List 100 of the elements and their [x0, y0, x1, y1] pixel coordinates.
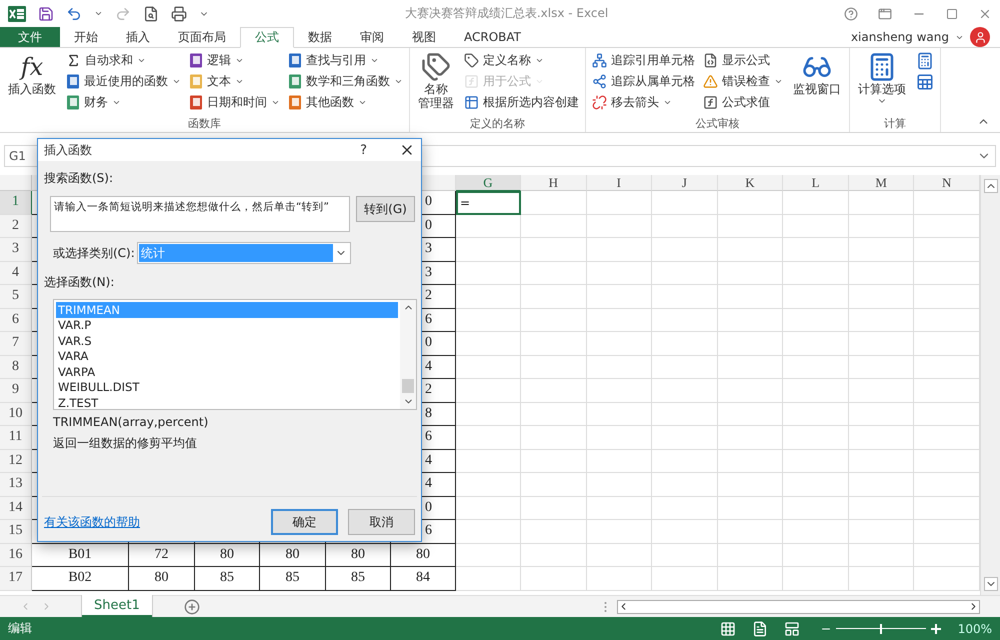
grid-cell[interactable] [586, 379, 652, 402]
grid-cell[interactable] [652, 238, 718, 262]
row-header[interactable]: 8 [0, 356, 32, 379]
grid-cell[interactable] [652, 402, 718, 426]
ribbon-large-button[interactable]: 计算选项 [856, 50, 908, 116]
row-header[interactable]: 17 [0, 567, 32, 590]
ribbon-tab[interactable]: 数据 [294, 27, 346, 47]
splitter-icon[interactable] [604, 600, 607, 612]
active-cell[interactable]: = [456, 191, 521, 214]
grid-cell[interactable] [652, 496, 718, 520]
help-link[interactable]: 有关该函数的帮助 [44, 514, 140, 530]
grid-cell[interactable] [718, 473, 784, 496]
grid-cell[interactable] [848, 520, 914, 544]
grid-cell[interactable] [521, 308, 587, 332]
grid-cell[interactable] [652, 262, 718, 285]
grid-cell[interactable] [718, 567, 784, 590]
grid-cell[interactable] [521, 332, 587, 356]
column-header[interactable]: N [914, 175, 980, 191]
grid-cell[interactable] [848, 238, 914, 262]
ribbon-button[interactable]: 其他函数 [288, 92, 403, 113]
grid-cell[interactable] [783, 567, 849, 590]
grid-cell[interactable] [521, 262, 587, 285]
grid-cell[interactable] [521, 191, 587, 214]
grid-cell[interactable] [848, 544, 914, 567]
grid-cell[interactable] [848, 379, 914, 402]
dialog-button[interactable]: 取消 [348, 509, 415, 535]
grid-cell[interactable] [456, 520, 521, 544]
undo-icon[interactable] [66, 6, 82, 22]
grid-cell[interactable] [586, 567, 652, 590]
row-header[interactable]: 13 [0, 473, 32, 496]
ribbon-button[interactable]: 最近使用的函数 [66, 71, 181, 92]
grid-cell[interactable] [718, 332, 784, 356]
grid-cell[interactable] [652, 191, 718, 214]
grid-cell[interactable] [521, 450, 587, 473]
grid-cell[interactable] [718, 426, 784, 450]
grid-cell[interactable] [586, 520, 652, 544]
grid-cell[interactable] [521, 379, 587, 402]
grid-cell[interactable] [586, 402, 652, 426]
row-header[interactable]: 12 [0, 450, 32, 473]
grid-cell[interactable] [586, 191, 652, 214]
grid-cell[interactable] [718, 238, 784, 262]
grid-cell[interactable] [783, 191, 849, 214]
row-header[interactable]: 2 [0, 214, 32, 238]
ribbon-button[interactable]: 显示公式 [703, 50, 783, 71]
grid-cell[interactable] [718, 285, 784, 308]
save-icon[interactable] [38, 6, 54, 22]
row-header[interactable]: 5 [0, 285, 32, 308]
grid-cell[interactable] [521, 544, 587, 567]
grid-cell[interactable] [652, 285, 718, 308]
redo-icon[interactable] [115, 6, 131, 22]
page-break-icon[interactable] [784, 620, 800, 636]
grid-cell[interactable] [456, 356, 521, 379]
ribbon-tab[interactable]: 页面布局 [164, 27, 240, 47]
grid-cell[interactable] [783, 379, 849, 402]
row-header[interactable]: 6 [0, 308, 32, 332]
ribbon-button[interactable]: 自动求和 [66, 50, 181, 71]
grid-cell[interactable] [718, 450, 784, 473]
grid-cell[interactable] [783, 308, 849, 332]
grid-cell[interactable] [718, 544, 784, 567]
grid-cell[interactable] [586, 238, 652, 262]
grid-cell[interactable] [652, 426, 718, 450]
grid-cell[interactable] [456, 402, 521, 426]
grid-cell[interactable] [652, 308, 718, 332]
grid-cell[interactable] [848, 308, 914, 332]
ribbon-button[interactable]: 日期和时间 [189, 92, 280, 113]
row-header[interactable]: 9 [0, 379, 32, 402]
dialog-button[interactable]: 确定 [271, 509, 338, 535]
ribbon-icon-button[interactable] [916, 50, 934, 71]
go-button[interactable]: 转到(G) [356, 196, 415, 222]
ribbon-button[interactable]: 数学和三角函数 [288, 71, 403, 92]
zoom-thumb[interactable] [880, 624, 882, 634]
grid-cell[interactable] [848, 332, 914, 356]
ribbon-button[interactable]: 追踪从属单元格 [592, 71, 695, 92]
grid-cell[interactable] [456, 496, 521, 520]
user-name[interactable]: xiansheng wang [850, 30, 949, 44]
grid-cell[interactable] [652, 356, 718, 379]
grid-cell[interactable] [783, 262, 849, 285]
row-header[interactable]: 7 [0, 332, 32, 356]
help-button[interactable]: ? [360, 142, 367, 158]
grid-cell[interactable] [456, 544, 521, 567]
grid-cell[interactable] [521, 285, 587, 308]
grid-cell[interactable] [586, 285, 652, 308]
grid-cell[interactable] [456, 214, 521, 238]
ribbon-button[interactable]: 定义名称 [464, 50, 579, 71]
grid-cell[interactable] [718, 214, 784, 238]
grid-cell[interactable] [521, 426, 587, 450]
row-header[interactable]: 4 [0, 262, 32, 285]
horizontal-scrollbar[interactable] [617, 600, 980, 614]
column-header[interactable]: H [521, 175, 587, 191]
row-header[interactable]: 3 [0, 238, 32, 262]
ribbon-large-button[interactable]: 监视窗口 [791, 50, 843, 116]
grid-cell[interactable] [652, 450, 718, 473]
search-field[interactable]: 请输入一条简短说明来描述您想做什么，然后单击“转到” [50, 196, 350, 232]
scroll-up-icon[interactable] [984, 179, 998, 193]
ribbon-button[interactable]: 错误检查 [703, 71, 783, 92]
grid-cell[interactable] [456, 426, 521, 450]
select-all-corner[interactable] [0, 175, 32, 191]
column-header[interactable]: G [456, 175, 521, 191]
grid-cell[interactable] [783, 544, 849, 567]
grid-cell[interactable] [456, 238, 521, 262]
